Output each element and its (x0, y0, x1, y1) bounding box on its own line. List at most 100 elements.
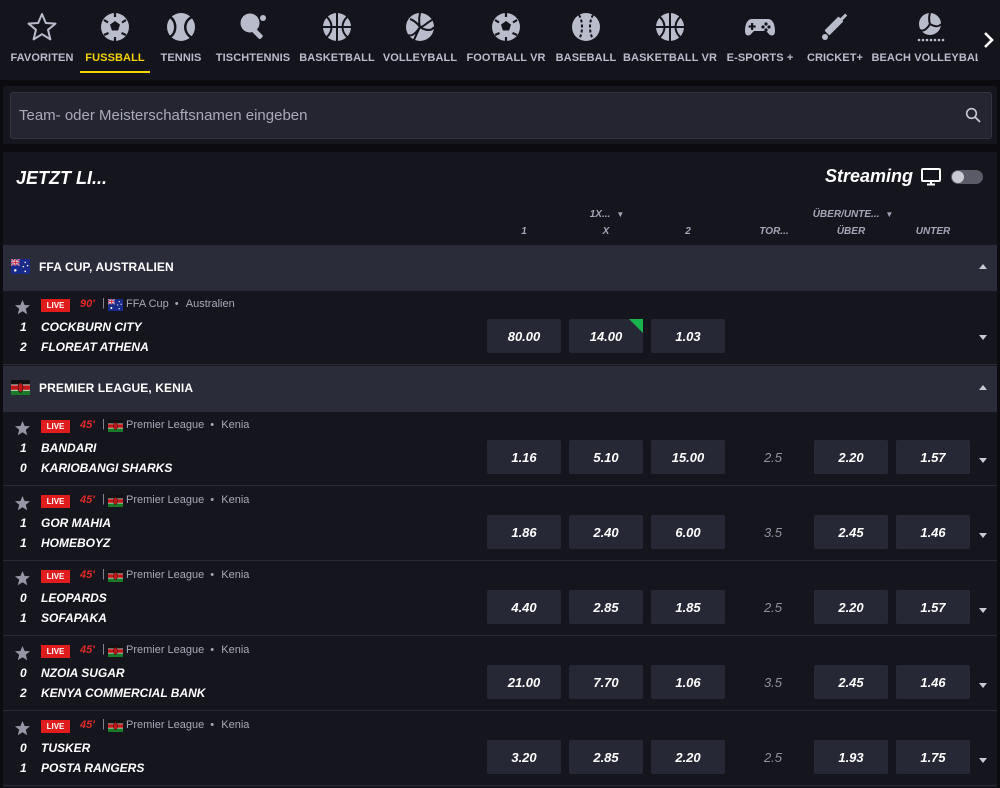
chevron-right-icon[interactable] (978, 0, 1000, 80)
home-team: LEOPARDS (41, 591, 107, 605)
kenya-flag-icon (108, 419, 123, 432)
match-minute: 90' (80, 298, 95, 310)
odd-value: 14.00 (589, 328, 623, 344)
expand-caret-icon[interactable] (979, 533, 987, 538)
sport-tab-label: BASKETBALL (299, 52, 375, 64)
meta-dot: • (210, 719, 215, 731)
odd-home-button[interactable]: 1.16 (487, 440, 561, 474)
collapse-caret-icon[interactable] (979, 264, 987, 269)
odd-over-button[interactable]: 2.20 (814, 440, 888, 474)
expand-caret-icon[interactable] (979, 758, 987, 763)
favorite-star-icon[interactable] (14, 420, 31, 437)
home-team: NZOIA SUGAR (41, 666, 125, 680)
live-badge: LIVE (41, 495, 70, 508)
expand-caret-icon[interactable] (979, 608, 987, 613)
odd-draw-button[interactable]: 2.85 (569, 590, 643, 624)
goal-line: 2.5 (763, 450, 783, 465)
odd-value: 1.93 (838, 749, 864, 765)
sport-tab-baseball[interactable]: BASEBALL (552, 0, 620, 74)
column-over: ÜBER (836, 226, 866, 237)
separator: | (102, 493, 105, 505)
match-region: Kenia (221, 644, 250, 656)
match-row: LIVE 45' | Premier League • Kenia 0 LEOPARDS 1 S… (3, 562, 997, 636)
odd-away-button[interactable]: 15.00 (651, 440, 725, 474)
odd-over-button[interactable]: 1.93 (814, 740, 888, 774)
sport-tab-basketball[interactable]: BASKETBALL (296, 0, 378, 74)
expand-caret-icon[interactable] (979, 335, 987, 340)
search-input[interactable] (11, 93, 951, 138)
odd-home-button[interactable]: 1.86 (487, 515, 561, 549)
odd-over-button[interactable]: 2.45 (814, 665, 888, 699)
live-badge: LIVE (41, 645, 70, 658)
odd-home-button[interactable]: 4.40 (487, 590, 561, 624)
kenya-flag-icon (108, 644, 123, 657)
sport-tab-football-vr[interactable]: FOOTBALL VR (462, 0, 550, 74)
sport-tab-favoriten[interactable]: FAVORITEN (3, 0, 81, 74)
league-header[interactable]: PREMIER LEAGUE, KENIA (3, 366, 997, 412)
soccer-ball-icon (98, 10, 132, 44)
odd-value: 2.85 (593, 749, 619, 765)
favorite-star-icon[interactable] (14, 299, 31, 316)
odd-under-button[interactable]: 1.46 (896, 515, 970, 549)
odd-away-button[interactable]: 6.00 (651, 515, 725, 549)
league-header[interactable]: FFA CUP, AUSTRALIEN (3, 245, 997, 291)
market-selector-over-under[interactable]: ÜBER/UNTE... ▼ (803, 209, 903, 220)
odd-away-button[interactable]: 1.85 (651, 590, 725, 624)
goal-line: 3.5 (763, 675, 783, 690)
expand-caret-icon[interactable] (979, 458, 987, 463)
sport-tab-fussball[interactable]: FUSSBALL (80, 0, 150, 74)
favorite-star-icon[interactable] (14, 645, 31, 662)
odd-draw-button[interactable]: 2.85 (569, 740, 643, 774)
away-score: 0 (20, 461, 27, 475)
goal-line: 2.5 (763, 600, 783, 615)
league-name: PREMIER LEAGUE, KENIA (39, 381, 194, 395)
search-icon[interactable] (965, 107, 981, 123)
odd-value: 1.03 (675, 328, 701, 344)
market-selector-1x2[interactable]: 1X... ▼ (581, 209, 633, 220)
favorite-star-icon[interactable] (14, 720, 31, 737)
odd-under-button[interactable]: 1.57 (896, 440, 970, 474)
expand-caret-icon[interactable] (979, 683, 987, 688)
streaming-toggle[interactable] (951, 169, 983, 184)
odd-draw-button[interactable]: 14.00 (569, 319, 643, 353)
australia-flag-icon (107, 298, 123, 311)
sport-tab-e-sports[interactable]: E-SPORTS + (722, 0, 798, 74)
odd-draw-button[interactable]: 7.70 (569, 665, 643, 699)
favorite-star-icon[interactable] (14, 495, 31, 512)
odd-away-button[interactable]: 1.03 (651, 319, 725, 353)
odd-draw-button[interactable]: 5.10 (569, 440, 643, 474)
collapse-caret-icon[interactable] (979, 385, 987, 390)
sport-tab-label: BEACH VOLLEYBALL (871, 52, 989, 64)
odd-away-button[interactable]: 1.06 (651, 665, 725, 699)
odd-home-button[interactable]: 80.00 (487, 319, 561, 353)
odd-under-button[interactable]: 1.46 (896, 665, 970, 699)
search-box (10, 92, 992, 139)
odd-over-button[interactable]: 2.45 (814, 515, 888, 549)
favorite-star-icon[interactable] (14, 570, 31, 587)
odd-over-button[interactable]: 2.20 (814, 590, 888, 624)
goal-line: 3.5 (763, 525, 783, 540)
odd-away-button[interactable]: 2.20 (651, 740, 725, 774)
match-minute: 45' (80, 644, 95, 656)
sport-tab-tischtennis[interactable]: TISCHTENNIS (212, 0, 294, 74)
odd-home-button[interactable]: 3.20 (487, 740, 561, 774)
sport-tab-beach-volleyball[interactable]: BEACH VOLLEYBALL (871, 0, 989, 74)
match-row: LIVE 45' | Premier League • Kenia 0 NZOIA SUGA… (3, 637, 997, 711)
sport-tab-volleyball[interactable]: VOLLEYBALL (380, 0, 460, 74)
sport-tab-basketball-vr[interactable]: BASKETBALL VR (620, 0, 720, 74)
star-icon (25, 10, 59, 44)
sport-tab-label: CRICKET+ (806, 52, 864, 64)
match-competition: FFA Cup (126, 298, 169, 310)
match-minute: 45' (80, 719, 95, 731)
sport-tab-tennis[interactable]: TENNIS (152, 0, 210, 74)
away-team: POSTA RANGERS (41, 761, 145, 775)
odd-home-button[interactable]: 21.00 (487, 665, 561, 699)
odd-draw-button[interactable]: 2.40 (569, 515, 643, 549)
odd-value: 7.70 (593, 674, 619, 690)
home-team: BANDARI (41, 441, 97, 455)
kenya-flag-icon (108, 494, 123, 507)
match-minute: 45' (80, 494, 95, 506)
odd-under-button[interactable]: 1.75 (896, 740, 970, 774)
odd-under-button[interactable]: 1.57 (896, 590, 970, 624)
sport-tab-cricket[interactable]: CRICKET+ (800, 0, 870, 74)
